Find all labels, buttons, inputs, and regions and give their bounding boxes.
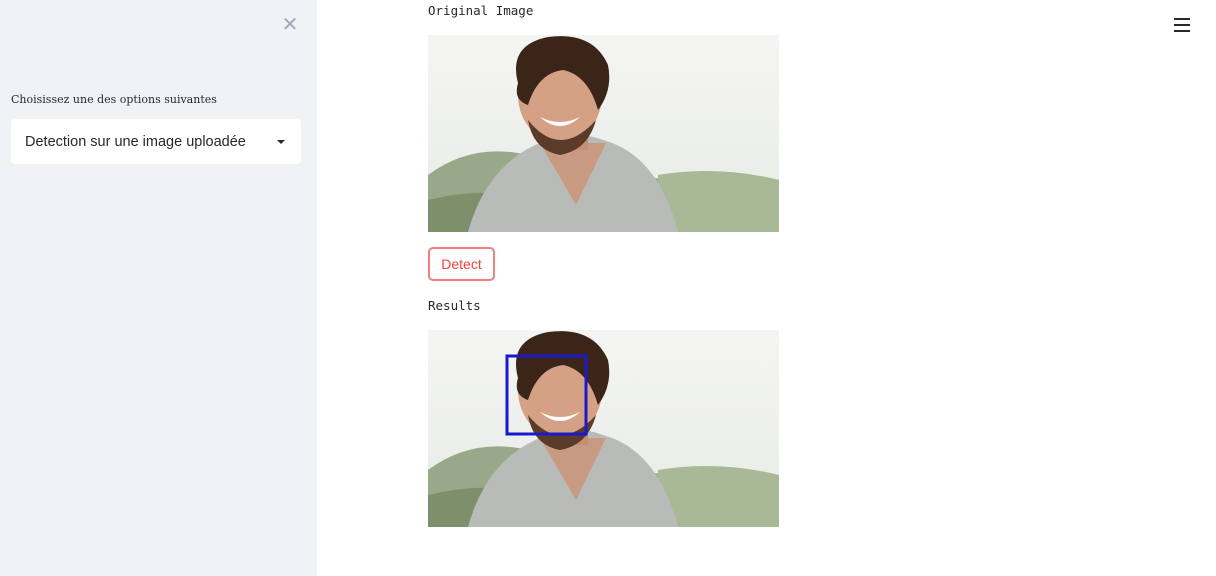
result-image bbox=[428, 330, 779, 527]
original-image bbox=[428, 35, 779, 232]
results-heading: Results bbox=[428, 298, 481, 313]
option-select[interactable]: Detection sur une image uploadée bbox=[11, 119, 301, 164]
detect-button[interactable]: Detect bbox=[428, 247, 495, 281]
close-sidebar-button[interactable]: ✕ bbox=[278, 12, 302, 36]
original-image-heading: Original Image bbox=[428, 3, 534, 18]
chevron-down-icon bbox=[277, 139, 285, 144]
sidebar: ✕ Choisissez une des options suivantes D… bbox=[0, 0, 317, 576]
select-value: Detection sur une image uploadée bbox=[25, 133, 246, 150]
close-icon: ✕ bbox=[281, 12, 299, 36]
hamburger-menu-icon[interactable] bbox=[1174, 18, 1190, 32]
select-label: Choisissez une des options suivantes bbox=[11, 93, 217, 106]
